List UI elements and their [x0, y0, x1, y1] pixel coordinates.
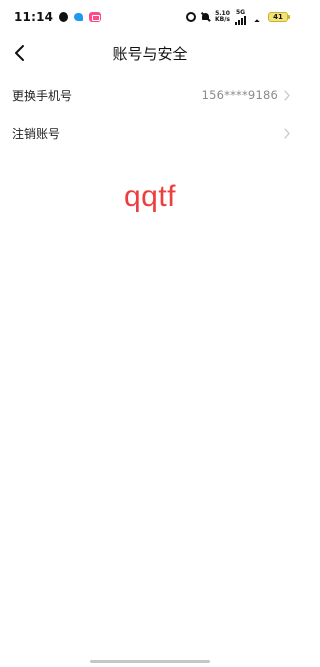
phone-number-value: 156****9186: [201, 88, 278, 102]
alarm-icon: [186, 12, 196, 22]
chevron-right-icon: [284, 89, 290, 101]
status-right: 5.10 KB/s 5G 41: [186, 9, 290, 25]
qq-penguin-icon: [59, 12, 69, 22]
change-phone-row[interactable]: 更换手机号 156****9186: [0, 76, 300, 114]
delete-account-row[interactable]: 注销账号: [0, 114, 300, 152]
overlay-text: qqtf: [123, 180, 177, 213]
cellular-signal: 5G: [235, 9, 246, 25]
home-indicator[interactable]: [90, 660, 210, 663]
change-phone-right: 156****9186: [202, 88, 290, 102]
settings-list: 更换手机号 156****9186 注销账号: [0, 76, 300, 152]
chevron-right-icon: [284, 127, 290, 139]
pink-app-icon: [89, 12, 102, 22]
battery-tip: [288, 15, 290, 19]
wifi-icon: [251, 12, 263, 22]
bird-app-icon: [74, 13, 84, 21]
back-button[interactable]: [8, 41, 32, 65]
nav-bar: 账号与安全: [0, 34, 300, 72]
status-time: 11:14: [14, 10, 54, 24]
status-left: 11:14: [14, 10, 102, 24]
change-phone-label: 更换手机号: [12, 88, 73, 103]
battery: 41: [268, 12, 290, 22]
delete-account-right: [284, 127, 290, 139]
battery-level: 41: [268, 12, 288, 22]
page-title: 账号与安全: [112, 44, 188, 63]
net-speed-unit: KB/s: [215, 16, 230, 23]
mute-bell-icon: [201, 12, 210, 22]
status-bar: 11:14 5.10 KB/s 5G 41: [0, 0, 300, 34]
chevron-left-icon: [15, 45, 24, 61]
signal-bars-icon: [235, 15, 246, 25]
delete-account-label: 注销账号: [12, 126, 61, 141]
net-speed: 5.10 KB/s: [215, 11, 230, 23]
screen: 11:14 5.10 KB/s 5G 41 账号与安全 更换手机号 156***…: [0, 0, 300, 667]
